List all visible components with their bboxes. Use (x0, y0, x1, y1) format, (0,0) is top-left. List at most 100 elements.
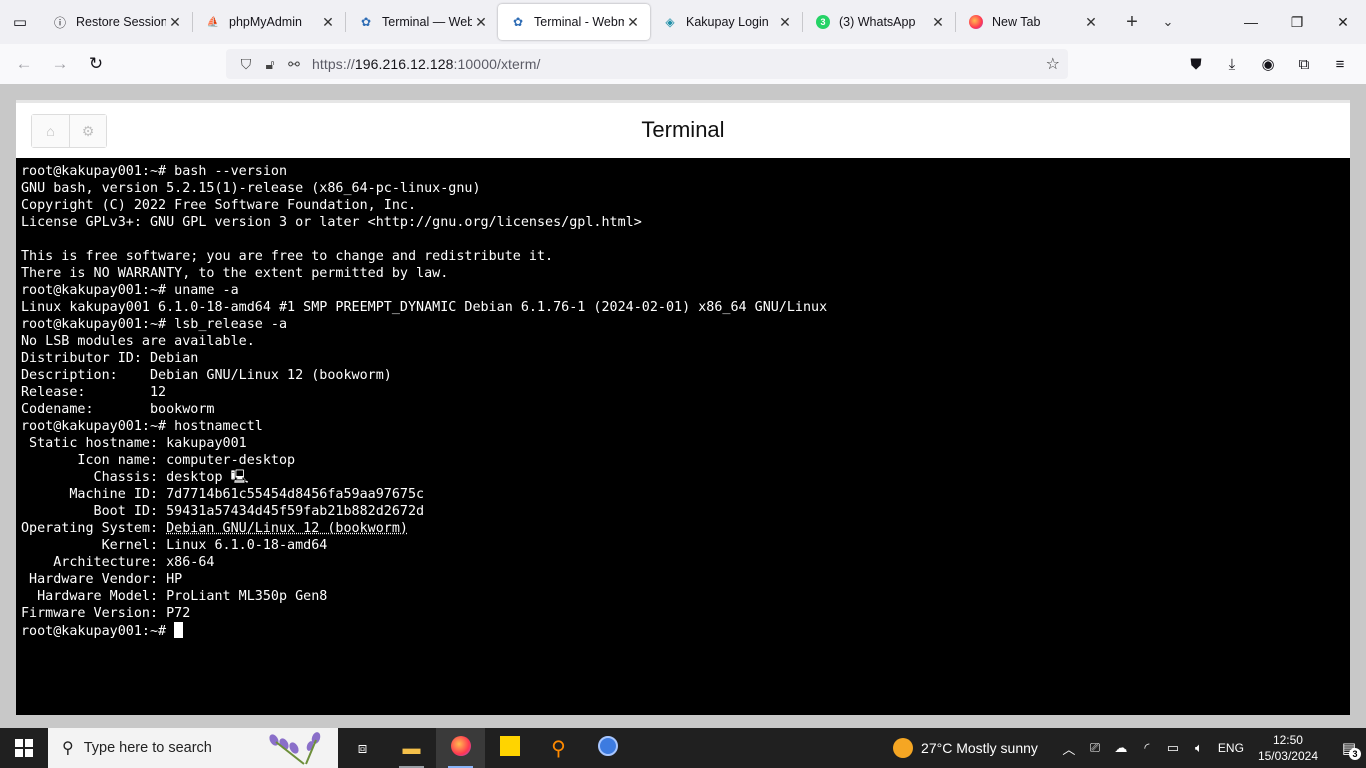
menu-button[interactable]: ≡ (1322, 48, 1358, 80)
extensions-button[interactable]: ⧉ (1286, 48, 1322, 80)
list-all-tabs-button[interactable]: ⌄ (1150, 4, 1186, 40)
terminal-line: Machine ID: 7d7714b61c55454d8456fa59aa97… (21, 487, 425, 502)
new-tab-button[interactable]: + (1114, 4, 1150, 40)
app-button-blue[interactable] (583, 728, 632, 768)
pocket-icon: ⛊ (1190, 55, 1202, 73)
arrow-left-icon: ← (15, 54, 33, 73)
firefox-taskbar-button[interactable] (436, 728, 485, 768)
notification-badge: 3 (1349, 748, 1361, 760)
terminal-line: This is free software; you are free to c… (21, 249, 554, 264)
sticky-notes-button[interactable] (485, 728, 534, 768)
url-bar[interactable]: ⛉ 🔓︎ ⚯ https://196.216.12.128:10000/xter… (226, 49, 1068, 79)
terminal-line: Chassis: desktop 🖳 (21, 470, 249, 485)
tab-terminal-webmin-active[interactable]: ✿ Terminal - Webmin ✕ (498, 4, 650, 40)
terminal-line: Hardware Model: ProLiant ML350p Gen8 (21, 589, 328, 604)
terminal-line: There is NO WARRANTY, to the extent perm… (21, 266, 449, 281)
file-explorer-button[interactable]: ▬ (387, 728, 436, 768)
terminal-prompt-line[interactable]: root@kakupay001:~# (21, 622, 1345, 639)
wifi-icon[interactable]: ◜ (1135, 740, 1159, 756)
minimize-icon: — (1244, 14, 1258, 30)
close-tab-icon[interactable]: ✕ (472, 14, 490, 31)
tab-kakupay-login[interactable]: ◈ Kakupay Login ✕ (650, 4, 802, 40)
sticky-notes-icon (499, 735, 520, 761)
task-view-icon: ⧈ (357, 739, 368, 757)
forward-button[interactable]: → (42, 48, 78, 80)
arrow-right-icon: → (51, 54, 69, 73)
phpmyadmin-icon: ⛵ (206, 16, 220, 28)
windows-logo-icon (15, 739, 33, 757)
back-button[interactable]: ← (6, 48, 42, 80)
terminal-line: License GPLv3+: GNU GPL version 3 or lat… (21, 215, 642, 230)
plus-icon: + (1126, 10, 1138, 33)
tab-whatsapp[interactable]: 3 (3) WhatsApp ✕ (803, 4, 955, 40)
volume-icon[interactable]: 🔈︎ (1187, 740, 1211, 756)
lock-warning-icon[interactable]: 🔓︎ (258, 56, 282, 73)
app-globe-icon (597, 735, 618, 761)
meet-now-icon[interactable]: ⎚ (1083, 740, 1107, 756)
search-app-button[interactable]: ⚲ (534, 728, 583, 768)
account-icon: ◉ (1261, 56, 1275, 73)
close-tab-icon[interactable]: ✕ (929, 14, 947, 31)
account-button[interactable]: ◉ (1250, 48, 1286, 80)
terminal-line: Description: Debian GNU/Linux 12 (bookwo… (21, 368, 392, 383)
chevron-down-icon: ⌄ (1162, 14, 1174, 29)
close-tab-icon[interactable]: ✕ (776, 14, 794, 31)
terminal-line: Distributor ID: Debian (21, 351, 199, 366)
navigation-toolbar: ← → ↻ ⛉ 🔓︎ ⚯ https://196.216.12.128:1000… (0, 44, 1366, 84)
reload-button[interactable]: ↻ (78, 48, 114, 80)
tab-strip: ▭ ⓘ Restore Session ✕ ⛵ phpMyAdmin ✕ ✿ T… (0, 0, 1366, 44)
terminal-line: Architecture: x86-64 (21, 555, 215, 570)
taskbar-search-box[interactable]: ⚲ Type here to search (48, 728, 338, 768)
search-highlight-lavender-icon (269, 732, 321, 765)
whatsapp-icon: 3 (815, 14, 831, 30)
close-tab-icon[interactable]: ✕ (166, 14, 184, 31)
folder-icon: ▬ (402, 737, 421, 758)
terminal-line: Firmware Version: P72 (21, 606, 191, 621)
url-text[interactable]: https://196.216.12.128:10000/xterm/ (312, 56, 540, 72)
terminal-line: Icon name: computer-desktop (21, 453, 296, 468)
terminal-line: Operating System: Debian GNU/Linux 12 (b… (21, 521, 408, 536)
language-indicator[interactable]: ENG (1218, 741, 1244, 755)
tab-restore-session[interactable]: ⓘ Restore Session ✕ (40, 4, 192, 40)
close-tab-icon[interactable]: ✕ (1082, 14, 1100, 31)
close-tab-icon[interactable]: ✕ (624, 14, 642, 31)
tab-new-tab[interactable]: New Tab ✕ (956, 4, 1108, 40)
page-content: ⌂ ⚙ Terminal root@kakupay001:~# bash --v… (0, 84, 1366, 728)
terminal-line: root@kakupay001:~# bash --version (21, 164, 288, 179)
chevron-up-icon[interactable]: ︿ (1057, 739, 1081, 758)
puzzle-icon: ⧉ (1298, 55, 1310, 73)
downloads-button[interactable]: ⤓ (1214, 48, 1250, 80)
tab-phpmyadmin[interactable]: ⛵ phpMyAdmin ✕ (193, 4, 345, 40)
firefox-view-icon: ▭ (12, 14, 28, 31)
shield-icon[interactable]: ⛉ (234, 56, 258, 73)
permissions-icon[interactable]: ⚯ (282, 56, 306, 73)
pocket-button[interactable]: ⛊ (1178, 48, 1214, 80)
weather-widget[interactable]: 27°C Mostly sunny (893, 738, 1038, 758)
restore-button[interactable]: ❐ (1274, 0, 1320, 44)
battery-icon[interactable]: ▭ (1161, 740, 1185, 756)
start-button[interactable] (0, 728, 48, 768)
tab-terminal-webmin-1[interactable]: ✿ Terminal — Webmin ✕ (346, 4, 498, 40)
sunny-weather-icon (893, 738, 914, 758)
firefox-icon (450, 735, 471, 761)
task-view-button[interactable]: ⧈ (338, 728, 387, 768)
close-icon: ✕ (1337, 13, 1349, 30)
toolbar-right: ⛊ ⤓ ◉ ⧉ ≡ (1178, 48, 1358, 80)
bookmark-star-icon[interactable]: ☆ (1046, 54, 1060, 74)
magnifier-icon: ⚲ (551, 737, 566, 760)
terminal-output[interactable]: root@kakupay001:~# bash --version GNU bas… (16, 158, 1350, 715)
firefox-view-button[interactable]: ▭ (0, 0, 40, 44)
windows-taskbar: ⚲ Type here to search ⧈ ▬ ⚲ 27°C Mostly … (0, 728, 1366, 768)
close-window-button[interactable]: ✕ (1320, 0, 1366, 44)
terminal-line: root@kakupay001:~# hostnamectl (21, 419, 263, 434)
minimize-button[interactable]: — (1228, 0, 1274, 44)
cloud-icon[interactable]: ☁ (1109, 740, 1133, 756)
clock[interactable]: 12:50 15/03/2024 (1258, 732, 1318, 764)
system-tray: 27°C Mostly sunny ︿ ⎚ ☁ ◜ ▭ 🔈︎ ENG 12:50… (893, 728, 1366, 768)
close-tab-icon[interactable]: ✕ (319, 14, 337, 31)
notifications-button[interactable]: ▤ 3 (1332, 728, 1366, 768)
terminal-line: Hardware Vendor: HP (21, 572, 183, 587)
hamburger-icon: ≡ (1335, 55, 1345, 73)
terminal-line: Codename: bookworm (21, 402, 215, 417)
